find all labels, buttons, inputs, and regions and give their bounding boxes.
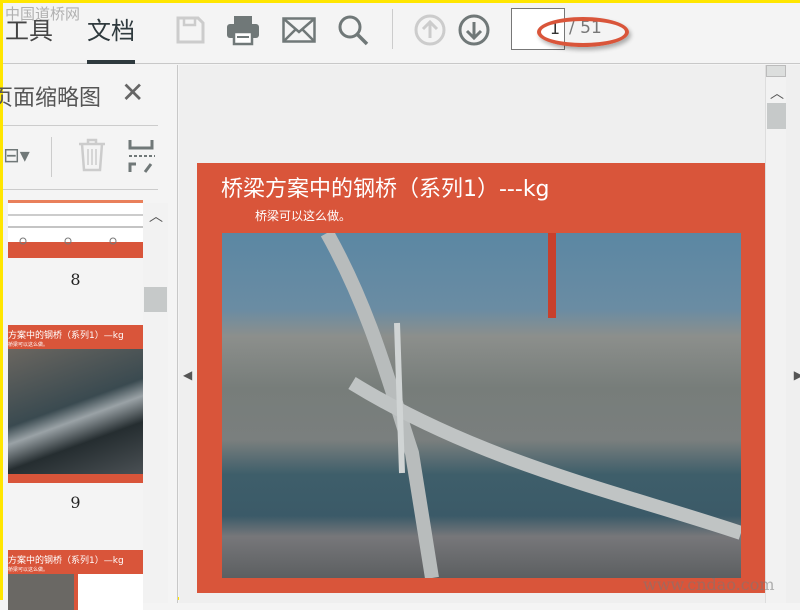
scrollbar-thumb[interactable] [767, 103, 786, 129]
watermark-bottom: www.cndao.com [643, 575, 775, 594]
thumbnail-page-9[interactable]: 方案中的钢桥（系列1）—kg 桥梁可以这么做。 [8, 325, 143, 483]
scroll-up-icon[interactable]: ︿ [149, 206, 163, 226]
thumbnail-subtitle: 桥梁可以这么做。 [8, 567, 49, 573]
print-icon[interactable] [226, 13, 260, 47]
thumbnail-title: 方案中的钢桥（系列1）—kg [8, 331, 124, 341]
thumbnail-number: 8 [70, 270, 81, 289]
tab-document[interactable]: 文档 [87, 11, 135, 64]
thumbnail-number: 9 [70, 493, 81, 512]
save-icon[interactable] [173, 13, 207, 47]
thumbnail-scrollbar[interactable]: ︿ [143, 203, 168, 603]
expand-right-icon[interactable]: ▶ [794, 368, 800, 382]
panel-title: 页面缩略图 [0, 86, 102, 111]
watermark-top: 中国道桥网 [5, 5, 81, 23]
delete-icon[interactable] [77, 138, 107, 176]
email-icon[interactable] [282, 13, 316, 47]
divider [392, 9, 393, 49]
bridge-photo [222, 233, 741, 578]
view-options-icon[interactable]: ⊟▾ [3, 143, 30, 167]
thumbnail-panel: 页面缩略图 ✕ ⊟▾ 8 方案中的钢桥（系列1）—kg 桥梁可以这么做。 9 方… [0, 65, 178, 610]
next-page-icon[interactable] [457, 13, 491, 47]
toolbar: 工具 文档 1 / 51 [3, 3, 800, 64]
collapse-left-icon[interactable]: ◀ [183, 368, 192, 382]
slide-page: 桥梁方案中的钢桥（系列1）---kg 桥梁可以这么做。 [197, 163, 765, 593]
thumbnail-subtitle: 桥梁可以这么做。 [8, 342, 49, 348]
extract-icon[interactable] [127, 138, 157, 178]
thumbnail-title: 方案中的钢桥（系列1）—kg [8, 556, 124, 566]
document-scrollbar[interactable]: ︿ [765, 65, 786, 603]
close-panel-icon[interactable]: ✕ [121, 79, 144, 107]
previous-page-icon[interactable] [413, 13, 447, 47]
highlight-oval [537, 17, 629, 47]
search-icon[interactable] [336, 13, 370, 47]
scroll-up-icon[interactable]: ︿ [770, 83, 784, 103]
thumbnail-page-8[interactable] [8, 200, 143, 258]
slide-title: 桥梁方案中的钢桥（系列1）---kg [221, 177, 550, 202]
scrollbar-thumb[interactable] [144, 287, 167, 312]
slide-subtitle: 桥梁可以这么做。 [255, 209, 352, 223]
thumbnail-page-10[interactable]: 方案中的钢桥（系列1）—kg 桥梁可以这么做。 [8, 550, 143, 610]
